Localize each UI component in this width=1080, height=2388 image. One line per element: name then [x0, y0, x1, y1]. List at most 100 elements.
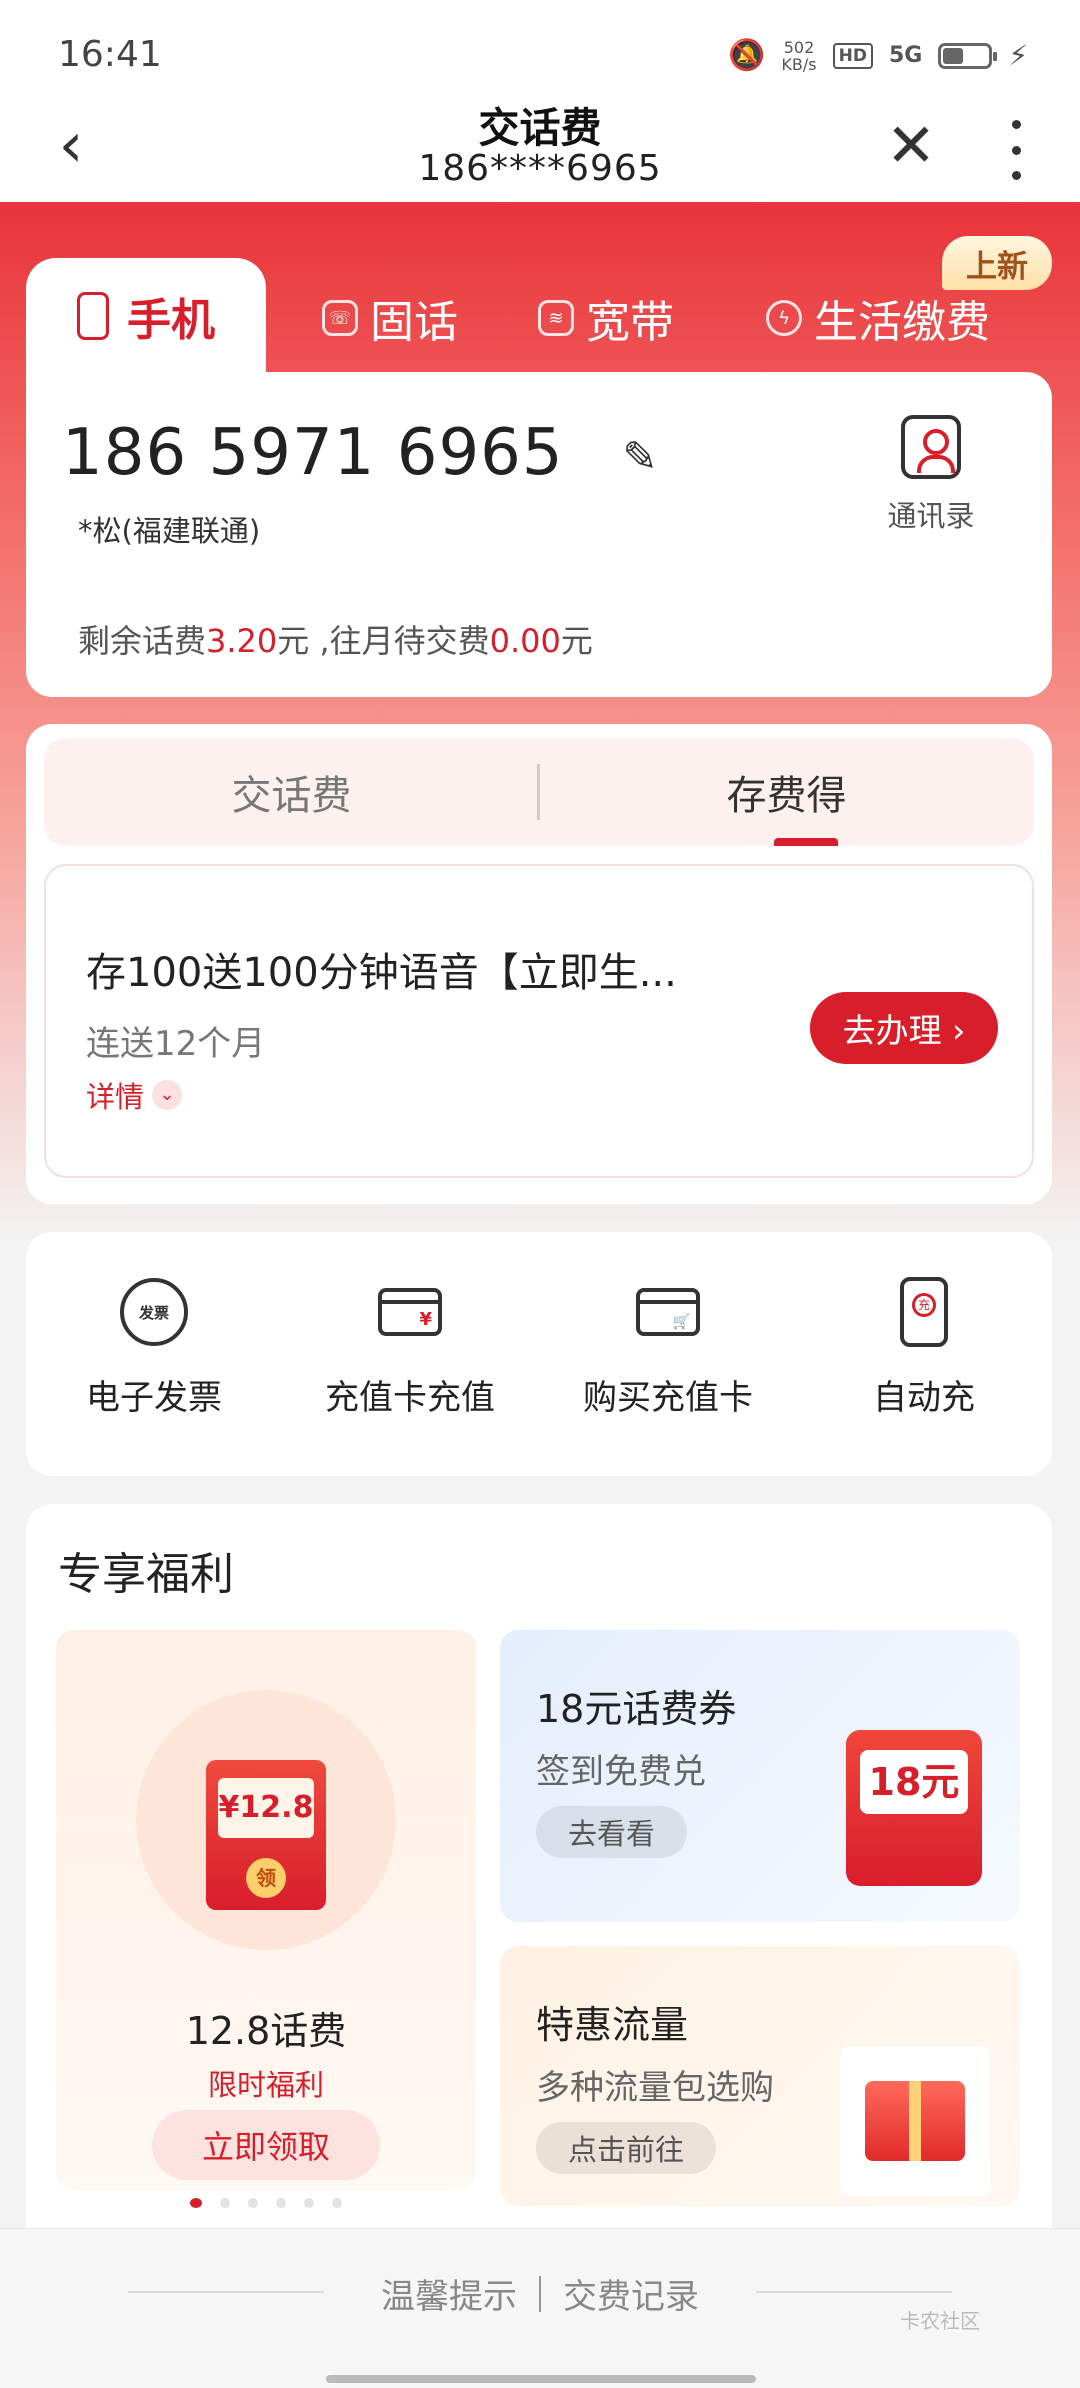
carousel-dot [332, 2198, 342, 2208]
cart-card-icon-wrap: 🛒 [633, 1280, 703, 1344]
benefit-card-coupon[interactable]: 18元话费券 签到免费兑 去看看 18元 [500, 1630, 1020, 1922]
gift-box-shape [865, 2081, 965, 2161]
quick-action-buy-card[interactable]: 🛒 购买充值卡 [540, 1280, 796, 1419]
status-icons: 🔕 502 KB/s HD 5G ⚡ [728, 38, 1028, 73]
benefit-credit-title: 12.8话费 [185, 2009, 347, 2053]
new-badge: 上新 [942, 236, 1052, 290]
contacts-icon [901, 415, 961, 479]
quick-action-label: 自动充 [873, 1378, 975, 1418]
phone-number[interactable]: 186 5971 6965 [62, 416, 564, 490]
coupon-envelope-icon: 18元 [846, 1730, 982, 1886]
quick-action-label: 充值卡充值 [325, 1378, 495, 1418]
phone-card: 186 5971 6965 ✎ *松(福建联通) 通讯录 剩余话费3.20元 ,… [26, 372, 1052, 697]
records-link[interactable]: 交费记录 [563, 2269, 699, 2318]
gift-box-icon [840, 2046, 990, 2196]
promo-detail-toggle[interactable]: 详情 ⌄ [86, 1074, 183, 1116]
recharge-card-icon: ¥ [378, 1288, 442, 1336]
coupon-amount: 18元 [860, 1750, 968, 1814]
balance-info: 剩余话费3.20元 ,往月待交费0.00元 [78, 616, 593, 662]
quick-actions: 发票 电子发票 ¥ 充值卡充值 🛒 购买充值卡 充 自动充 [26, 1232, 1052, 1476]
balance-prefix: 剩余话费 [78, 622, 207, 660]
carousel-dot [276, 2198, 286, 2208]
card-icon-wrap: ¥ [375, 1280, 445, 1344]
watermark: 卡农社区 [900, 2309, 980, 2333]
chevron-down-icon: ⌄ [152, 1080, 183, 1110]
balance-unit: 元 ,往月待交费 [277, 622, 490, 660]
benefit-card-credit[interactable]: ¥12.8 领 12.8话费 限时福利 立即领取 [56, 1630, 476, 2208]
carousel-dot [304, 2198, 314, 2208]
router-icon: ≋ [538, 300, 574, 336]
tab-landline-label: 固话 [370, 297, 458, 348]
quick-action-invoice[interactable]: 发票 电子发票 [26, 1278, 282, 1419]
recharge-glyph: 充 [912, 1293, 936, 1317]
data-title: 特惠流量 [536, 2003, 689, 2047]
telephone-icon: ☏ [322, 300, 358, 336]
invoice-icon: 发票 [120, 1278, 188, 1346]
service-tabs: 手机 ☏ 固话 ≋ 宽带 ϟ 生活缴费 [26, 253, 1052, 373]
quick-action-card-recharge[interactable]: ¥ 充值卡充值 [282, 1280, 538, 1419]
mute-icon: 🔕 [728, 38, 766, 73]
tab-broadband[interactable]: ≋ 宽带 [538, 283, 674, 353]
quick-action-label: 电子发票 [86, 1378, 222, 1418]
tab-deposit[interactable]: 存费得 [539, 738, 1034, 846]
home-indicator[interactable] [326, 2375, 756, 2383]
arrears-value: 0.00 [489, 622, 561, 660]
carousel-dot [220, 2198, 230, 2208]
tab-utilities[interactable]: ϟ 生活缴费 [766, 283, 990, 353]
cart-card-icon: 🛒 [636, 1288, 700, 1336]
hd-icon: HD [832, 42, 873, 69]
tab-indicator [774, 838, 838, 846]
mobile-icon [77, 291, 109, 340]
footer-separator [539, 2275, 541, 2312]
status-time: 16:41 [58, 34, 162, 75]
network-speed-unit: KB/s [781, 54, 817, 74]
promo-title: 存100送100分钟语音【立即生... [86, 950, 677, 996]
cart-glyph: 🛒 [672, 1314, 690, 1330]
promo-card[interactable]: 存100送100分钟语音【立即生... 连送12个月 详情 ⌄ 去办理 › [44, 864, 1034, 1178]
promo-subtitle: 连送12个月 [86, 1024, 266, 1064]
tab-pay[interactable]: 交话费 [44, 738, 539, 846]
battery-icon [938, 42, 998, 69]
data-button[interactable]: 点击前往 [536, 2122, 717, 2174]
energy-icon: ϟ [766, 300, 802, 336]
balance-value: 3.20 [206, 622, 278, 660]
edit-icon[interactable]: ✎ [614, 432, 666, 484]
carousel-dot-active [190, 2198, 202, 2208]
envelope-amount: ¥12.8 [218, 1778, 314, 1838]
pay-card: 交话费 存费得 存100送100分钟语音【立即生... 连送12个月 详情 ⌄ … [26, 724, 1052, 1204]
contacts-label: 通讯录 [887, 499, 975, 533]
pay-tabs: 交话费 存费得 [44, 738, 1034, 846]
claim-button[interactable]: 立即领取 [152, 2110, 380, 2180]
yen-glyph: ¥ [419, 1309, 432, 1330]
tab-broadband-label: 宽带 [586, 297, 674, 348]
tab-mobile[interactable]: 手机 [26, 258, 266, 373]
tips-link[interactable]: 温馨提示 [381, 2269, 517, 2318]
footer: 温馨提示 交费记录 卡农社区 [0, 2228, 1080, 2388]
network-speed-value: 502 [783, 37, 815, 57]
contacts-button[interactable]: 通讯录 [876, 415, 986, 535]
invoice-icon-wrap: 发票 [119, 1278, 189, 1346]
benefits-title: 专享福利 [58, 1549, 234, 1600]
signal-5g-icon: 5G [888, 43, 923, 68]
tab-landline[interactable]: ☏ 固话 [322, 283, 458, 353]
benefit-card-data[interactable]: 特惠流量 多种流量包选购 点击前往 [500, 1946, 1020, 2206]
charging-icon: ⚡ [1008, 39, 1028, 72]
quick-action-auto-recharge[interactable]: 充 自动充 [796, 1277, 1052, 1419]
coupon-title: 18元话费券 [536, 1687, 737, 1731]
apply-button[interactable]: 去办理 › [810, 992, 998, 1064]
auto-recharge-icon: 充 [900, 1277, 948, 1347]
benefits-section: 专享福利 ¥12.8 领 12.8话费 限时福利 立即领取 18元话费券 签到免… [26, 1504, 1052, 2324]
tab-mobile-label: 手机 [127, 294, 215, 346]
network-speed: 502 KB/s [781, 39, 816, 73]
arrears-unit: 元 [560, 622, 593, 660]
carousel-dot [248, 2198, 258, 2208]
quick-action-label: 购买充值卡 [583, 1378, 753, 1418]
coupon-button[interactable]: 去看看 [536, 1806, 688, 1858]
more-dot-icon [1011, 120, 1021, 129]
close-button[interactable]: ✕ [876, 110, 946, 190]
more-dot-icon [1011, 145, 1021, 155]
header: ‹ 交话费 186****6965 ✕ [0, 104, 1080, 202]
more-dot-icon [1011, 171, 1021, 180]
carousel-dots [56, 2198, 476, 2208]
more-menu-button[interactable] [996, 120, 1036, 180]
